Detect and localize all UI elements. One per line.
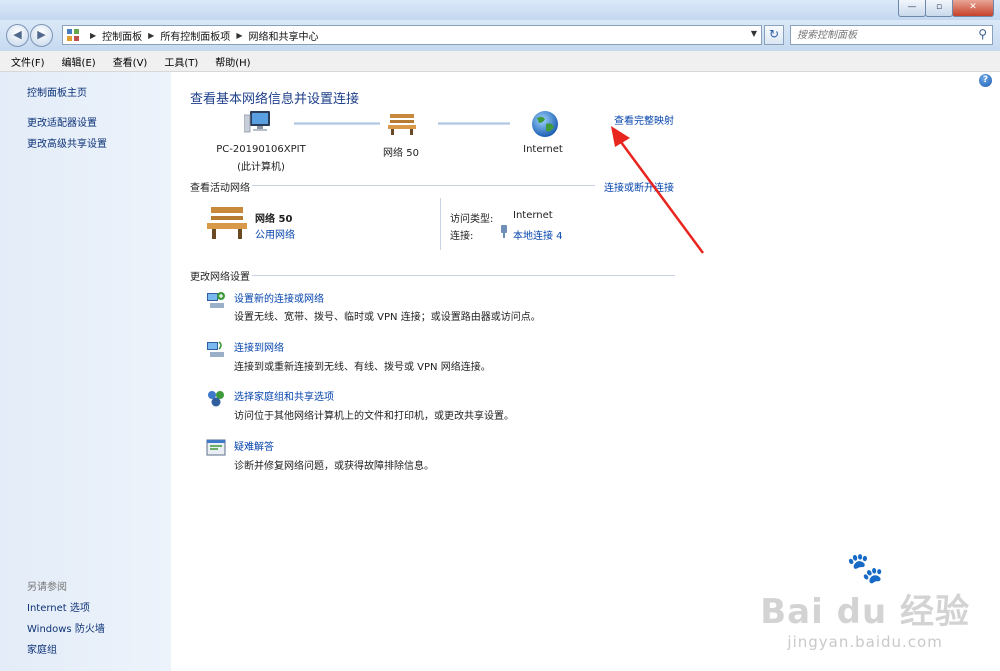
local-connection-link[interactable]: 本地连接 4 [513,227,563,242]
task-new-connection-link[interactable]: 设置新的连接或网络 [234,290,324,305]
sidebar-link-windows-firewall[interactable]: Windows 防火墙 [27,620,105,635]
connect-network-icon [207,341,224,357]
task-connect-network-desc: 连接到或重新连接到无线、有线、拨号或 VPN 网络连接。 [234,362,491,373]
window-controls: — ▫ ✕ [898,0,994,17]
maximize-button[interactable]: ▫ [925,0,953,17]
ethernet-icon [501,225,507,238]
menu-tools[interactable]: 工具(T) [158,54,204,69]
task-troubleshoot-desc: 诊断并修复网络问题，或获得故障排除信息。 [234,461,434,472]
task-troubleshoot-link[interactable]: 疑难解答 [234,438,274,453]
menu-help[interactable]: 帮助(H) [209,54,256,69]
forward-arrow-icon: ▶ [37,28,46,41]
menu-view[interactable]: 查看(V) [107,54,154,69]
map-network-name: 网络 50 [383,148,419,159]
chevron-right-icon[interactable]: ▶ [148,31,154,40]
task-homegroup-desc: 访问位于其他网络计算机上的文件和打印机，或更改共享设置。 [234,411,514,422]
bench-large-icon [207,207,247,239]
section-divider [252,275,675,276]
menu-bar: 文件(F) 编辑(E) 查看(V) 工具(T) 帮助(H) [0,51,1000,72]
task-new-connection-desc: 设置无线、宽带、拨号、临时或 VPN 连接；或设置路由器或访问点。 [234,312,541,323]
back-button[interactable]: ◀ [6,24,29,47]
sidebar: 控制面板主页 更改适配器设置 更改高级共享设置 另请参阅 Internet 选项… [0,72,171,671]
active-networks-title: 查看活动网络 [190,183,250,194]
close-button[interactable]: ✕ [952,0,994,17]
address-toolbar: ◀ ▶ ▶ 控制面板 ▶ 所有控制面板项 ▶ 网络和共享中心 ▼ ↻ ⚲ [0,20,1000,51]
connection-label: 连接: [450,231,474,242]
access-type-value: Internet [513,210,553,221]
help-icon[interactable]: ? [979,74,992,87]
annotation-arrow [611,126,705,254]
forward-button[interactable]: ▶ [30,24,53,47]
network-type-link[interactable]: 公用网络 [255,226,295,241]
change-settings-title: 更改网络设置 [190,272,250,283]
refresh-icon: ↻ [768,27,780,41]
map-computer-name: PC-20190106XPIT [216,144,306,155]
control-panel-icon [67,29,79,41]
map-computer-sub: (此计算机) [237,162,285,173]
new-connection-icon [207,292,225,308]
chevron-right-icon[interactable]: ▶ [236,31,242,40]
menu-file[interactable]: 文件(F) [5,54,51,69]
computer-icon[interactable] [244,110,274,136]
baidu-watermark: 🐾 Bai du 经验 jingyan.baidu.com [760,551,970,652]
chevron-down-icon[interactable]: ▼ [751,29,757,38]
active-network-name: 网络 50 [255,214,293,225]
refresh-button[interactable]: ↻ [764,25,784,45]
homegroup-icon [208,391,224,407]
address-field[interactable]: ▶ 控制面板 ▶ 所有控制面板项 ▶ 网络和共享中心 ▼ [62,25,762,45]
main-content: ? 查看基本网络信息并设置连接 查看完整映射 PC-20190106XPIT (… [171,72,1000,671]
baidu-paw-icon: 🐾 [846,551,884,586]
sidebar-link-internet-options[interactable]: Internet 选项 [27,599,90,614]
minimize-button[interactable]: — [898,0,926,17]
connection-line [294,122,380,125]
task-homegroup-link[interactable]: 选择家庭组和共享选项 [234,388,334,403]
section-divider [252,185,595,186]
breadcrumb-control-panel[interactable]: 控制面板 [102,28,142,43]
page-title: 查看基本网络信息并设置连接 [190,92,360,107]
map-internet: Internet [523,144,563,155]
back-arrow-icon: ◀ [13,28,22,41]
sidebar-link-homegroup[interactable]: 家庭组 [27,641,57,656]
vertical-divider [440,198,441,250]
breadcrumb-all-items[interactable]: 所有控制面板项 [160,28,230,43]
task-connect-network-link[interactable]: 连接到网络 [234,339,284,354]
connection-line [438,122,510,125]
sidebar-link-adapter-settings[interactable]: 更改适配器设置 [27,114,97,129]
sidebar-link-control-panel-home[interactable]: 控制面板主页 [27,84,87,99]
breadcrumb-network-center[interactable]: 网络和共享中心 [248,28,318,43]
globe-icon[interactable] [531,110,559,138]
chevron-right-icon[interactable]: ▶ [90,31,96,40]
see-also-title: 另请参阅 [27,582,67,593]
watermark-url: jingyan.baidu.com [787,633,943,651]
access-type-label: 访问类型: [450,214,494,225]
troubleshoot-icon [206,439,226,456]
search-box[interactable]: ⚲ [790,25,993,45]
search-icon[interactable]: ⚲ [978,27,987,41]
search-input[interactable] [797,27,967,43]
sidebar-link-advanced-sharing[interactable]: 更改高级共享设置 [27,135,107,150]
watermark-brand: Bai du 经验 [760,592,970,632]
window-title-bar: — ▫ ✕ [0,0,1000,20]
bench-icon[interactable] [387,112,417,136]
menu-edit[interactable]: 编辑(E) [56,54,102,69]
